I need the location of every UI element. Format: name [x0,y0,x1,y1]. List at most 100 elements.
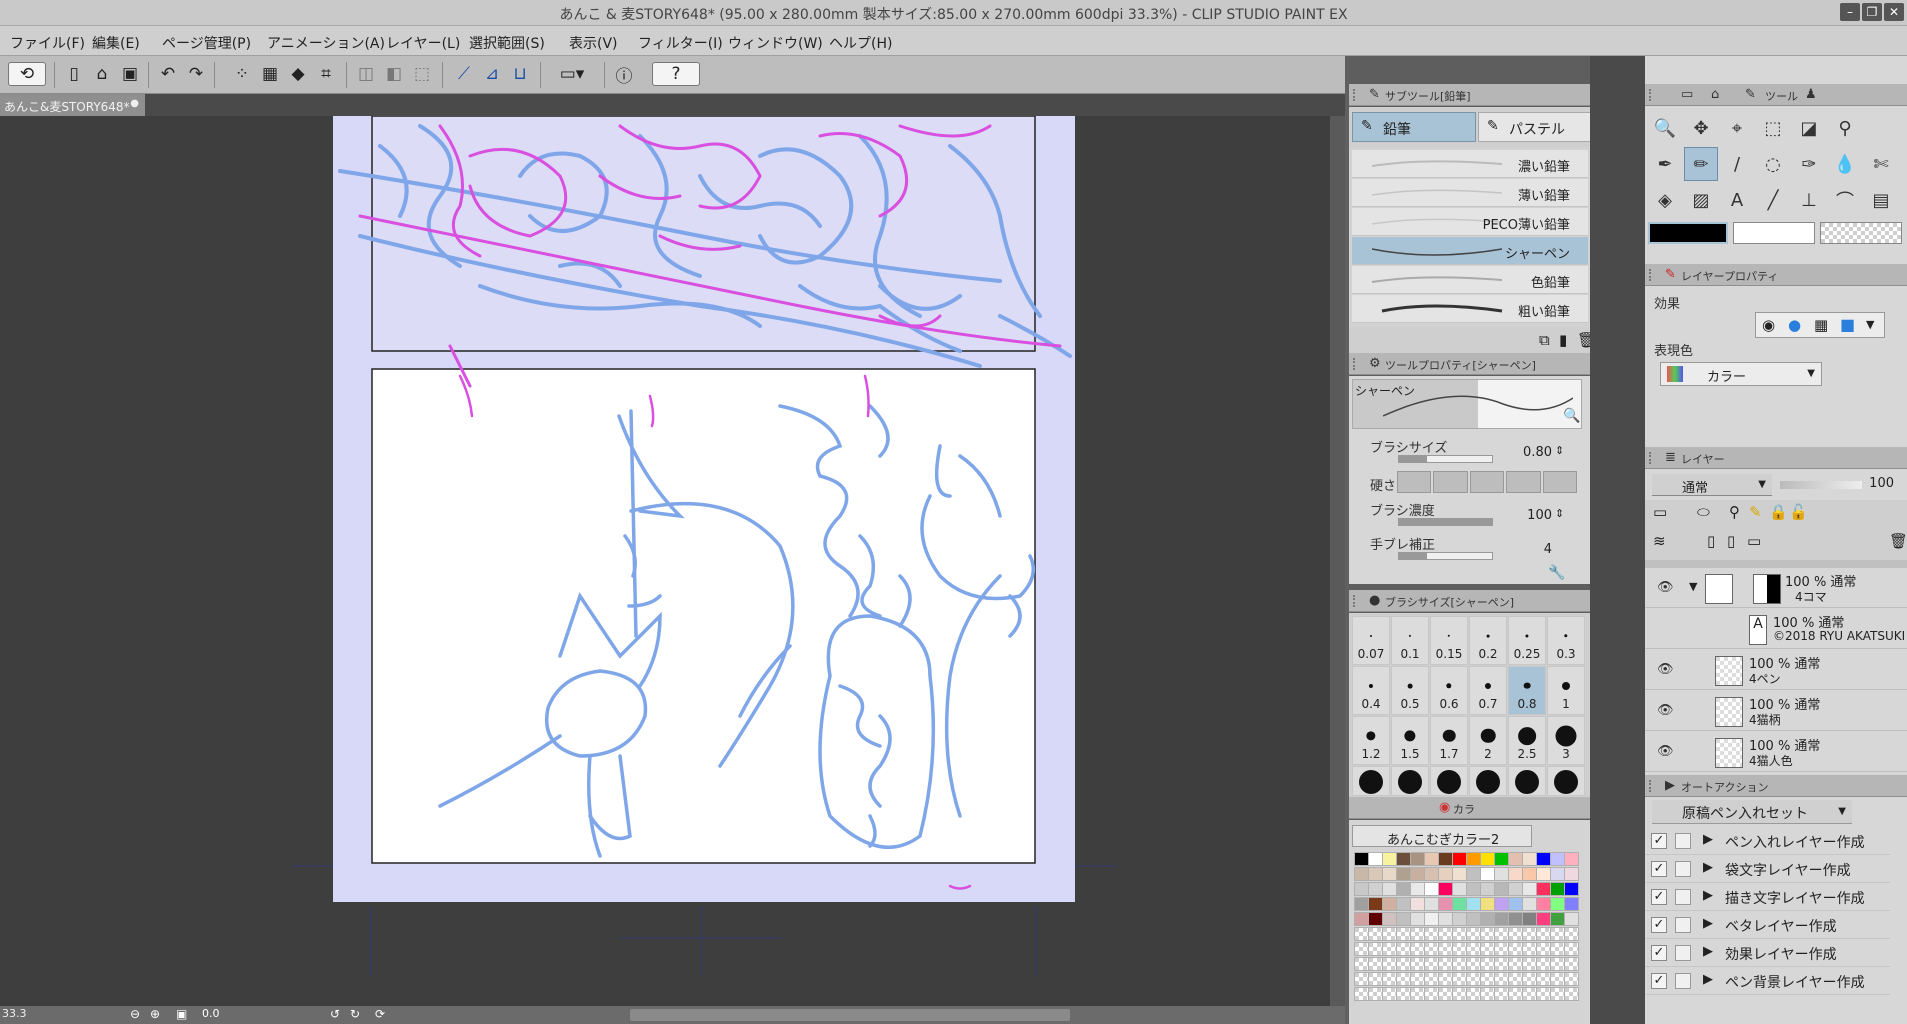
color-swatch[interactable] [1466,897,1481,911]
color-swatch[interactable] [1424,867,1439,881]
empty-swatch[interactable] [1410,927,1425,941]
tool-tab-icon[interactable]: ✎ [1745,87,1756,102]
rotate-left-icon[interactable]: ↺ [330,1007,340,1021]
empty-swatch[interactable] [1452,942,1467,956]
color-swatch[interactable] [1508,867,1523,881]
tab-pencil[interactable]: ✎ 鉛筆 [1352,112,1476,142]
action-dialog-toggle[interactable] [1675,917,1691,933]
new-vector-layer-icon[interactable]: ▯ [1727,532,1735,550]
new-subtool-icon[interactable]: ▮ [1559,331,1567,349]
decoration-tool-icon[interactable]: ✄ [1864,147,1898,181]
brush-size-preset[interactable] [1547,766,1585,796]
empty-swatch[interactable] [1466,957,1481,971]
help-icon[interactable]: ? [652,62,700,86]
color-swatch[interactable] [1354,882,1369,896]
brush-size-preset[interactable] [1430,766,1468,796]
spin-icon[interactable]: ⇕ [1555,444,1564,457]
empty-swatch[interactable] [1564,942,1579,956]
color-swatch[interactable] [1494,882,1509,896]
auto-action-item[interactable]: ✓ ▶ ベタレイヤー作成 [1645,912,1890,939]
color-swatch[interactable] [1452,897,1467,911]
layer-panel-header[interactable]: ≣ レイヤー [1645,447,1907,469]
empty-swatch[interactable] [1424,972,1439,986]
color-swatch[interactable] [1438,867,1453,881]
zoom-out-icon[interactable]: ⊖ [130,1007,140,1021]
menu-selection[interactable]: 選択範囲(S) [469,33,545,53]
undo-icon[interactable]: ↶ [156,62,180,86]
menu-filter[interactable]: フィルター(I) [638,33,723,53]
empty-swatch[interactable] [1354,987,1369,1001]
canvas-display-icon[interactable]: ▭▾ [552,62,592,86]
empty-swatch[interactable] [1480,942,1495,956]
fill-tool-icon[interactable]: ◈ [1648,183,1682,217]
folder-expand-icon[interactable]: ▼ [1689,580,1697,593]
move-tool-icon[interactable]: ✥ [1684,111,1718,145]
empty-swatch[interactable] [1382,927,1397,941]
tab-close-icon[interactable]: ● [130,98,139,109]
color-swatch[interactable] [1396,897,1411,911]
color-swatch[interactable] [1354,852,1369,866]
brush-size-preset[interactable] [1469,766,1507,796]
pen-tool-icon[interactable]: ✒ [1648,147,1682,181]
pencil-tool-icon[interactable]: ✏ [1684,147,1718,181]
empty-swatch[interactable] [1564,957,1579,971]
color-swatch[interactable] [1536,852,1551,866]
empty-swatch[interactable] [1564,972,1579,986]
layers-tab-icon[interactable]: ⌂ [1711,87,1719,102]
color-swatch[interactable] [1466,852,1481,866]
expand-arrow-icon[interactable]: ▶ [1703,972,1713,987]
empty-swatch[interactable] [1424,987,1439,1001]
brush-size-preset[interactable]: 1.7 [1430,716,1468,765]
color-swatch[interactable] [1508,897,1523,911]
empty-swatch[interactable] [1410,987,1425,1001]
text-tool-icon[interactable]: A [1720,183,1754,217]
folder-icon[interactable]: ▭ [1681,87,1693,102]
brush-item[interactable]: 濃い鉛筆 [1352,150,1588,178]
action-enabled-checkbox[interactable]: ✓ [1651,917,1667,933]
color-swatch[interactable] [1564,897,1579,911]
empty-swatch[interactable] [1508,942,1523,956]
brush-item[interactable]: 色鉛筆 [1352,266,1588,294]
settings-icon[interactable]: 🔧 [1548,565,1565,581]
tab-pastel[interactable]: ✎ パステル [1478,112,1602,142]
transform-icon[interactable]: ⌗ [314,62,338,86]
color-swatch[interactable] [1452,912,1467,926]
empty-swatch[interactable] [1494,957,1509,971]
selection-tool-icon[interactable]: ⬚ [1756,111,1790,145]
menu-view[interactable]: 表示(V) [569,33,618,53]
layer-color-swatch-icon[interactable]: ■ [1840,315,1855,334]
copy-subtool-icon[interactable]: ⧉ [1539,331,1550,349]
empty-swatch[interactable] [1396,987,1411,1001]
empty-swatch[interactable] [1522,927,1537,941]
empty-swatch[interactable] [1354,942,1369,956]
draft-icon[interactable]: ✎ [1749,503,1762,521]
empty-swatch[interactable] [1550,957,1565,971]
auto-action-item[interactable]: ✓ ▶ 効果レイヤー作成 [1645,940,1890,967]
empty-swatch[interactable] [1466,972,1481,986]
opacity-value[interactable]: 100 [1860,476,1894,491]
redo-icon[interactable]: ↷ [184,62,208,86]
action-dialog-toggle[interactable] [1675,973,1691,989]
layer-color-icon[interactable]: ● [1788,316,1801,334]
empty-swatch[interactable] [1466,927,1481,941]
maximize-button[interactable]: ❐ [1862,3,1882,21]
operation-tool-icon[interactable]: ⌖ [1720,111,1754,145]
brush-size-preset[interactable]: 0.3 [1547,616,1585,665]
close-button[interactable]: ✕ [1884,3,1904,21]
empty-swatch[interactable] [1452,987,1467,1001]
color-swatch[interactable] [1424,897,1439,911]
empty-swatch[interactable] [1494,942,1509,956]
brush-size-preset[interactable] [1352,766,1390,796]
stabilization-value[interactable]: 4 [1500,542,1552,557]
empty-swatch[interactable] [1550,942,1565,956]
brush-density-value[interactable]: 100 [1500,508,1552,523]
color-swatch[interactable] [1382,867,1397,881]
color-swatch[interactable] [1438,897,1453,911]
eyedropper-icon[interactable]: ⚲ [1828,111,1862,145]
blend-tool-icon[interactable]: 💧 [1828,147,1862,181]
empty-swatch[interactable] [1508,927,1523,941]
color-swatch[interactable] [1564,852,1579,866]
empty-swatch[interactable] [1466,942,1481,956]
color-swatch[interactable] [1396,867,1411,881]
fill-icon[interactable]: ▦ [258,62,282,86]
